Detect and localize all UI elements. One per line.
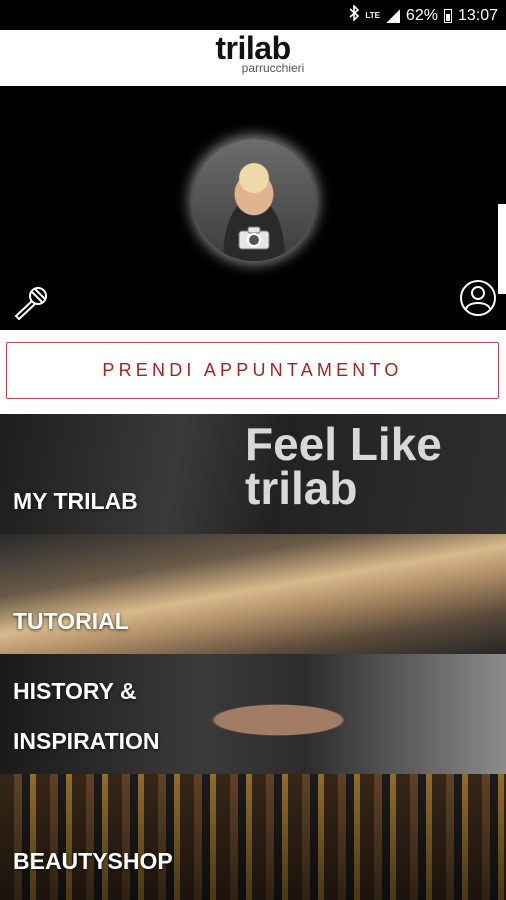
- brand-logo: trilab: [215, 30, 291, 66]
- network-type-icon: LTE: [365, 10, 380, 20]
- profile-panel: [0, 86, 506, 330]
- menu-tile-history-inspiration[interactable]: HISTORY & INSPIRATION: [0, 654, 506, 774]
- battery-icon: [443, 8, 452, 23]
- menu-tile-my-trilab[interactable]: Feel Like trilab MY TRILAB: [0, 414, 506, 534]
- tile-label: BEAUTYSHOP: [13, 848, 173, 874]
- status-icons: LTE 62% 13:07: [349, 4, 498, 26]
- tile-label-line1: HISTORY &: [13, 678, 137, 704]
- tile-label: MY TRILAB: [13, 488, 138, 514]
- microphone-icon[interactable]: [10, 286, 50, 321]
- tile-label-line2: INSPIRATION: [13, 728, 160, 754]
- menu-tile-beautyshop[interactable]: BEAUTYSHOP: [0, 774, 506, 900]
- clock: 13:07: [457, 6, 498, 24]
- camera-icon[interactable]: [238, 226, 270, 250]
- appointment-section: PRENDI APPUNTAMENTO: [0, 330, 506, 414]
- menu-tile-tutorial[interactable]: TUTORIAL: [0, 534, 506, 654]
- tile-label: TUTORIAL: [13, 608, 129, 634]
- user-profile-icon[interactable]: [459, 279, 497, 317]
- app-header: trilab parrucchieri: [0, 30, 506, 86]
- signal-icon: [385, 8, 400, 23]
- bluetooth-icon: [349, 4, 360, 26]
- brand-subtitle: parrucchieri: [241, 61, 305, 75]
- scrollbar-thumb[interactable]: [498, 204, 506, 294]
- battery-percent: 62%: [405, 6, 438, 24]
- tile-shirt-print: Feel Like trilab: [245, 418, 442, 514]
- status-bar: LTE 62% 13:07: [0, 0, 506, 30]
- book-appointment-button[interactable]: PRENDI APPUNTAMENTO: [6, 342, 499, 399]
